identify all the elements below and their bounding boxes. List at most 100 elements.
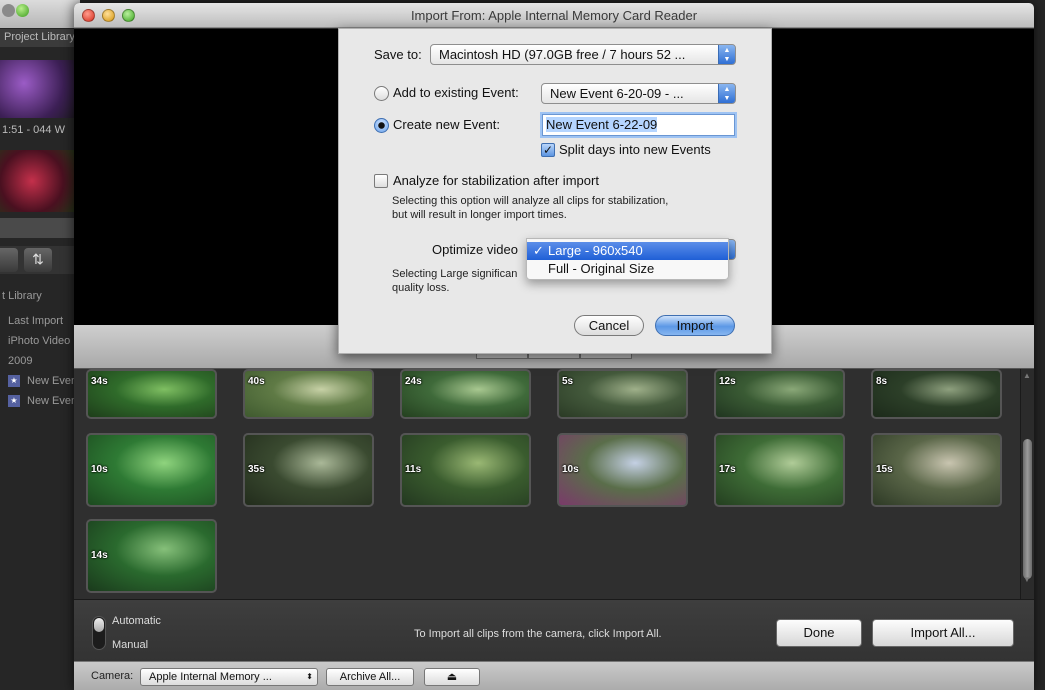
clip-thumbnail[interactable]: 15s <box>871 433 1002 507</box>
playback-controls <box>0 218 80 238</box>
event-library-header: t Library <box>2 290 42 302</box>
star-icon: ★ <box>8 395 20 407</box>
save-to-value: Macintosh HD (97.0GB free / 7 hours 52 .… <box>439 47 686 62</box>
minimize-button[interactable] <box>102 9 115 22</box>
import-hint-text: To Import all clips from the camera, cli… <box>414 628 662 640</box>
clip-duration: 34s <box>91 376 108 387</box>
import-footer: Automatic Manual To Import all clips fro… <box>74 599 1034 661</box>
clip-browser: 34s 40s 24s 5s 12s 8s 10s 35s 11s 10s 17s 15s 14s <box>74 369 1020 599</box>
switch-knob[interactable] <box>94 618 104 632</box>
analyze-label: Analyze for stabilization after import <box>393 173 599 188</box>
new-event-name-text: New Event 6-22-09 <box>546 117 658 132</box>
clip-thumbnail[interactable]: 10s <box>86 433 217 507</box>
analyze-note-line2: but will result in longer import times. <box>392 209 567 221</box>
star-icon: ★ <box>8 375 20 387</box>
camera-popup[interactable]: Apple Internal Memory ... ⬍ <box>140 668 318 686</box>
clip-duration: 10s <box>562 464 579 475</box>
background-window-button[interactable] <box>2 4 15 17</box>
clip-thumbnail[interactable]: 5s <box>557 369 688 419</box>
project-clip-time: 1:51 - 044 W <box>2 124 65 136</box>
optimize-video-menu: ✓ Large - 960x540 Full - Original Size <box>526 238 729 280</box>
clip-duration: 10s <box>91 464 108 475</box>
automatic-manual-switch[interactable] <box>92 616 106 650</box>
create-new-radio[interactable] <box>374 118 389 133</box>
updown-arrows-icon: ▲▼ <box>718 84 735 103</box>
scroll-up-icon[interactable]: ▲ <box>1023 371 1031 380</box>
optimize-video-label: Optimize video <box>432 242 518 257</box>
scroll-thumb[interactable] <box>1023 439 1032 579</box>
archive-all-button[interactable]: Archive All... <box>326 668 414 686</box>
clip-duration: 24s <box>405 376 422 387</box>
clip-duration: 5s <box>562 376 574 387</box>
save-to-label: Save to: <box>374 47 422 62</box>
new-event-name-field[interactable]: New Event 6-22-09 <box>542 114 735 136</box>
clip-thumbnail[interactable]: 35s <box>243 433 374 507</box>
save-to-popup[interactable]: Macintosh HD (97.0GB free / 7 hours 52 .… <box>430 44 736 65</box>
create-new-label: Create new Event: <box>393 117 500 132</box>
add-existing-radio[interactable] <box>374 86 389 101</box>
clip-thumbnail[interactable]: 11s <box>400 433 531 507</box>
done-button[interactable]: Done <box>776 619 862 647</box>
camera-label: Camera: <box>91 670 134 682</box>
clip-thumbnail[interactable]: 12s <box>714 369 845 419</box>
event-label: New Even <box>27 395 78 407</box>
clip-thumbnail[interactable]: 40s <box>243 369 374 419</box>
manual-label: Manual <box>112 639 149 651</box>
clip-thumbnail[interactable]: 14s <box>86 519 217 593</box>
event-item-iphoto-video[interactable]: iPhoto Video <box>0 335 70 347</box>
cancel-button[interactable]: Cancel <box>574 315 644 336</box>
menu-item-label: Full - Original Size <box>548 261 655 276</box>
add-existing-label: Add to existing Event: <box>393 85 519 100</box>
eject-button[interactable]: ⏏ <box>424 668 480 686</box>
project-thumbnail-flowers[interactable] <box>0 60 80 118</box>
clip-thumbnail[interactable]: 34s <box>86 369 217 419</box>
clip-duration: 40s <box>248 376 265 387</box>
import-options-sheet: Save to: Macintosh HD (97.0GB free / 7 h… <box>338 28 772 354</box>
optimize-note-line1: Selecting Large significan <box>392 268 518 280</box>
clip-thumbnail[interactable]: 24s <box>400 369 531 419</box>
split-days-label: Split days into new Events <box>559 142 711 157</box>
event-label: New Even <box>27 375 78 387</box>
clip-duration: 17s <box>719 464 736 475</box>
menu-item-large[interactable]: ✓ Large - 960x540 <box>527 242 728 260</box>
clip-thumbnail[interactable]: 10s <box>557 433 688 507</box>
event-item-2009[interactable]: 2009 <box>0 355 32 367</box>
project-thumbnail-red-flowers[interactable] <box>0 150 80 212</box>
close-button[interactable] <box>82 9 95 22</box>
library-swap-controls: ⇅ <box>0 246 80 274</box>
clip-duration: 12s <box>719 376 736 387</box>
automatic-label: Automatic <box>112 615 161 627</box>
import-all-button[interactable]: Import All... <box>872 619 1014 647</box>
background-zoom-button[interactable] <box>16 4 29 17</box>
eject-icon: ⏏ <box>446 671 458 683</box>
existing-event-value: New Event 6-20-09 - ... <box>550 86 684 101</box>
clip-duration: 11s <box>405 464 422 475</box>
scroll-down-icon[interactable]: ▼ <box>1023 575 1031 584</box>
window-title: Import From: Apple Internal Memory Card … <box>410 8 698 23</box>
clip-thumbnail[interactable]: 8s <box>871 369 1002 419</box>
event-item-new-event-2[interactable]: ★ New Even <box>0 395 77 407</box>
import-button[interactable]: Import <box>655 315 735 336</box>
split-days-checkbox[interactable]: ✓ <box>541 143 555 157</box>
event-item-new-event-1[interactable]: ★ New Even <box>0 375 77 387</box>
existing-event-popup[interactable]: New Event 6-20-09 - ... ▲ ▼ <box>541 83 736 104</box>
clip-thumbnail[interactable]: 17s <box>714 433 845 507</box>
camera-value: Apple Internal Memory ... <box>149 671 272 683</box>
clip-duration: 15s <box>876 464 893 475</box>
swap-icon[interactable]: ⇅ <box>24 248 52 272</box>
clip-duration: 8s <box>876 376 888 387</box>
background-button[interactable] <box>0 248 18 272</box>
window-titlebar[interactable]: Import From: Apple Internal Memory Card … <box>74 3 1034 28</box>
menu-item-full[interactable]: Full - Original Size <box>527 260 728 278</box>
optimize-note-line2: quality loss. <box>392 282 450 294</box>
project-library-header[interactable]: Project Library <box>0 29 80 47</box>
event-item-last-import[interactable]: Last Import <box>0 315 63 327</box>
zoom-button[interactable] <box>122 9 135 22</box>
clip-browser-scrollbar[interactable]: ▲ ▼ <box>1020 369 1034 599</box>
clip-duration: 14s <box>91 550 108 561</box>
camera-bar: Camera: Apple Internal Memory ... ⬍ Arch… <box>74 661 1034 690</box>
updown-arrows-icon: ▲▼ <box>718 45 735 64</box>
background-toolbar <box>0 0 80 28</box>
analyze-checkbox[interactable] <box>374 174 388 188</box>
updown-arrows-icon: ⬍ <box>306 672 313 681</box>
